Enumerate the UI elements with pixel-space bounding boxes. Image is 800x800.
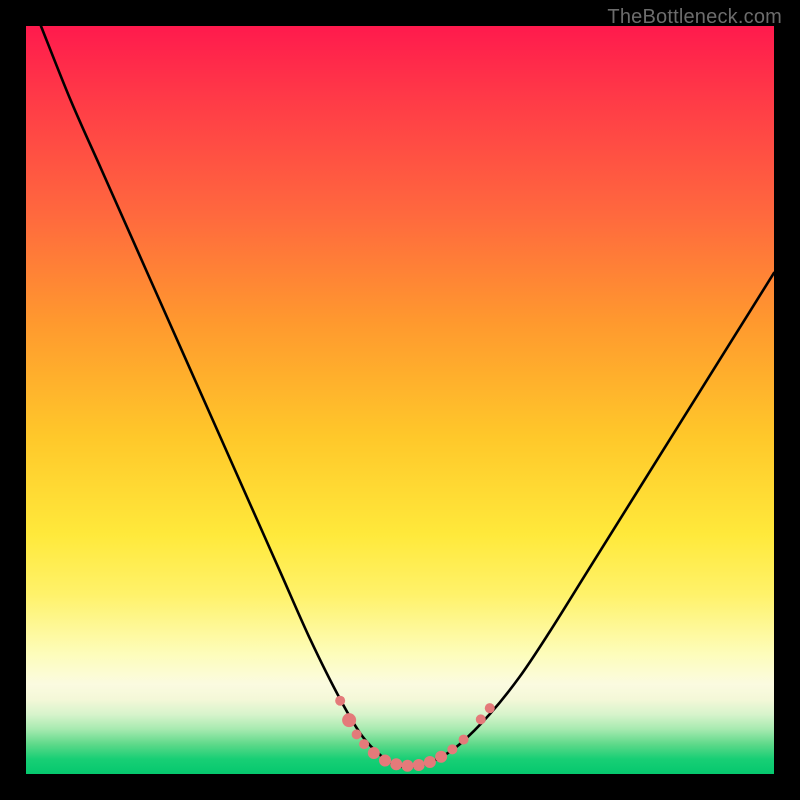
plot-area — [26, 26, 774, 774]
chart-frame: TheBottleneck.com — [0, 0, 800, 800]
watermark-text: TheBottleneck.com — [607, 6, 782, 29]
